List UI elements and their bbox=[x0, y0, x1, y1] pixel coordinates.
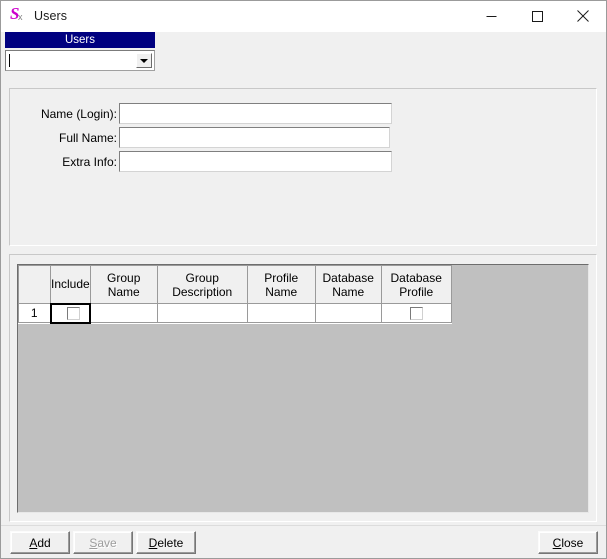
save-button-label: Save bbox=[89, 535, 117, 550]
chevron-down-icon bbox=[140, 58, 148, 63]
window-controls bbox=[468, 1, 606, 31]
grid-col-group-description[interactable]: Group Description bbox=[156, 265, 248, 304]
input-full-name[interactable] bbox=[119, 127, 390, 148]
include-checkbox[interactable] bbox=[66, 306, 80, 320]
grid-col-group-name[interactable]: Group Name bbox=[89, 265, 158, 304]
grid-cell-group-description[interactable] bbox=[156, 303, 248, 323]
maximize-button[interactable] bbox=[514, 1, 560, 31]
users-window: S x Users Users Name (Login): Full Name:… bbox=[0, 0, 607, 559]
grid-cell-group-name[interactable] bbox=[89, 303, 158, 323]
field-row-extra-info: Extra Info: bbox=[10, 151, 596, 172]
add-button-label: Add bbox=[29, 535, 51, 550]
database-profile-checkbox[interactable] bbox=[409, 306, 423, 320]
user-details-panel: Name (Login): Full Name: Extra Info: bbox=[9, 88, 597, 246]
include-checkbox-wrap bbox=[52, 305, 90, 322]
dialog-button-bar: Add Save Delete Close bbox=[1, 525, 606, 558]
maximize-icon bbox=[531, 10, 543, 22]
window-title: Users bbox=[34, 9, 68, 23]
database-profile-checkbox-wrap bbox=[382, 304, 451, 322]
label-full-name: Full Name: bbox=[58, 130, 117, 145]
grid-col-database-name[interactable]: Database Name bbox=[314, 265, 382, 304]
delete-button[interactable]: Delete bbox=[136, 531, 196, 554]
field-row-full-name: Full Name: bbox=[10, 127, 596, 148]
grid-col-database-profile-line1: Database bbox=[390, 270, 442, 285]
minimize-icon bbox=[486, 15, 496, 17]
users-section-header: Users bbox=[5, 32, 155, 48]
groups-grid-panel: Include Group Name Group Description Pro… bbox=[9, 254, 597, 522]
grid-cell-database-profile[interactable] bbox=[380, 303, 452, 323]
add-button[interactable]: Add bbox=[10, 531, 70, 554]
grid-corner-header[interactable] bbox=[18, 265, 51, 304]
grid-cell-include[interactable] bbox=[49, 302, 92, 324]
input-name-login[interactable] bbox=[119, 103, 392, 124]
grid-col-profile-name[interactable]: Profile Name bbox=[246, 265, 316, 304]
delete-button-label: Delete bbox=[148, 535, 184, 550]
save-button[interactable]: Save bbox=[73, 531, 133, 554]
groups-grid: Include Group Name Group Description Pro… bbox=[18, 265, 452, 324]
label-extra-info: Extra Info: bbox=[62, 154, 117, 169]
users-combobox[interactable] bbox=[5, 50, 155, 71]
app-icon-sub: x bbox=[18, 12, 23, 22]
grid-col-database-profile[interactable]: Database Profile bbox=[380, 265, 452, 304]
title-bar: S x Users bbox=[1, 1, 606, 32]
grid-cell-profile-name[interactable] bbox=[246, 303, 316, 323]
field-row-name-login: Name (Login): bbox=[10, 103, 596, 124]
grid-col-database-name-line2: Name bbox=[332, 284, 365, 299]
label-name-login: Name (Login): bbox=[40, 106, 117, 121]
users-combobox-dropdown-button[interactable] bbox=[136, 53, 152, 68]
grid-col-include[interactable]: Include bbox=[50, 265, 91, 304]
text-caret bbox=[9, 54, 10, 67]
grid-row-header-1[interactable]: 1 bbox=[18, 303, 51, 323]
input-extra-info[interactable] bbox=[119, 151, 392, 172]
close-button-label: Close bbox=[552, 535, 584, 550]
app-s-icon: S x bbox=[10, 5, 26, 24]
grid-col-database-profile-line2: Profile bbox=[399, 284, 434, 299]
grid-cell-database-name[interactable] bbox=[314, 303, 382, 323]
table-row[interactable]: 1 bbox=[18, 302, 452, 324]
close-button[interactable] bbox=[560, 1, 606, 31]
minimize-button[interactable] bbox=[468, 1, 514, 31]
close-button-bottom[interactable]: Close bbox=[538, 531, 598, 554]
grid-header-row: Include Group Name Group Description Pro… bbox=[18, 265, 452, 304]
groups-grid-scrollarea[interactable]: Include Group Name Group Description Pro… bbox=[17, 264, 589, 513]
close-icon bbox=[577, 10, 589, 22]
grid-col-database-name-line1: Database bbox=[322, 270, 374, 285]
